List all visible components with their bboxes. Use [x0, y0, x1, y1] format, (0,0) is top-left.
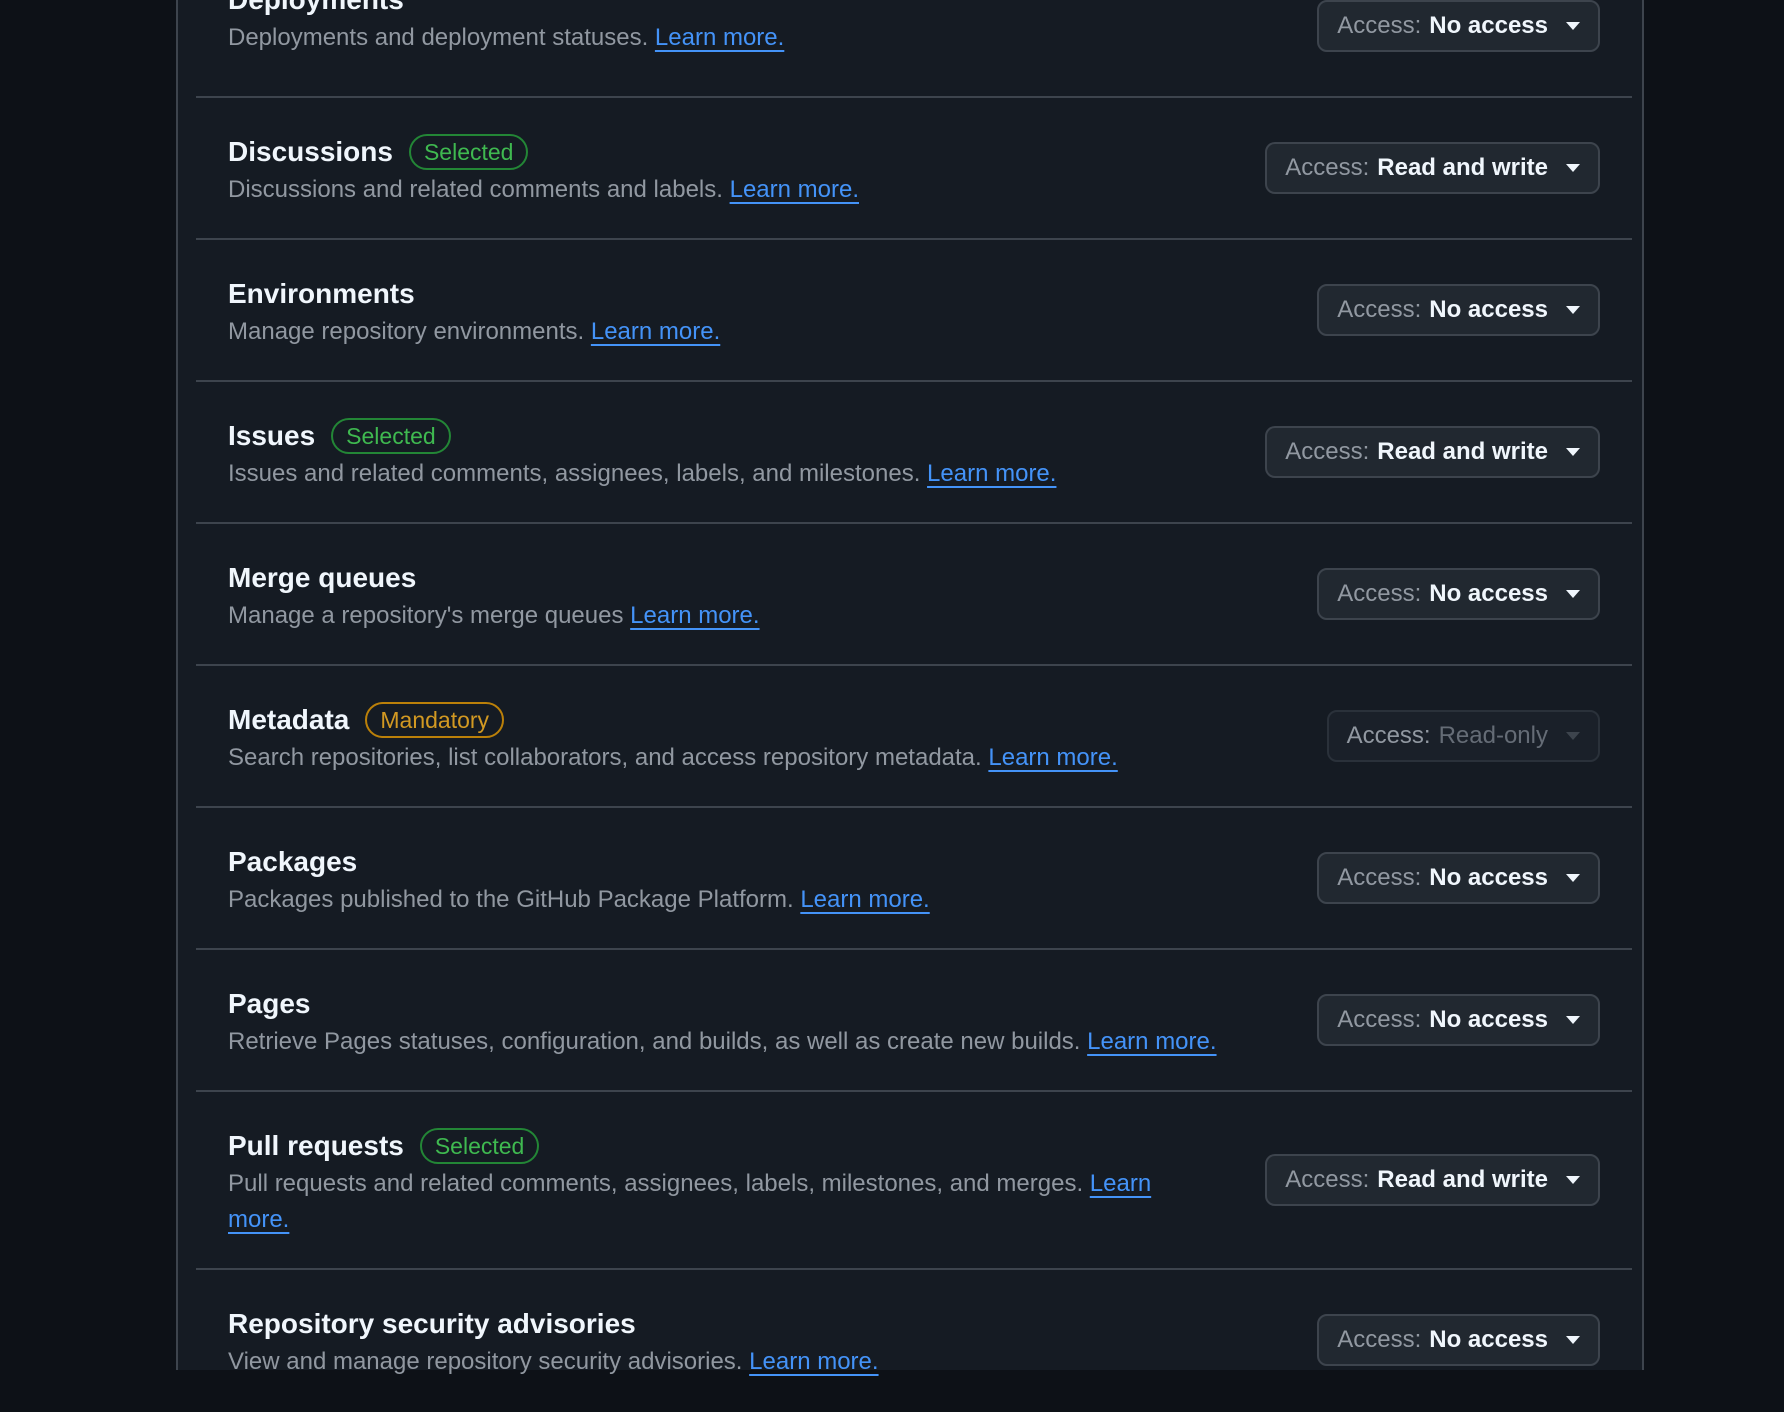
caret-down-icon	[1566, 448, 1580, 456]
access-dropdown-environments[interactable]: Access: No access	[1317, 284, 1600, 336]
access-dropdown-deployments[interactable]: Access: No access	[1317, 0, 1600, 52]
permission-row-issues: Issues Selected Issues and related comme…	[196, 382, 1632, 524]
caret-down-icon	[1566, 306, 1580, 314]
permission-description: Packages published to the GitHub Package…	[228, 886, 930, 913]
permission-description: Issues and related comments, assignees, …	[228, 460, 1057, 487]
permission-title: Merge queues	[228, 562, 417, 593]
permission-row-pages: Pages Retrieve Pages statuses, configura…	[196, 950, 1632, 1092]
caret-down-icon	[1566, 164, 1580, 172]
access-dropdown-packages[interactable]: Access: No access	[1317, 852, 1600, 904]
permission-description: Retrieve Pages statuses, configuration, …	[228, 1028, 1217, 1055]
permission-description: Manage repository environments. Learn mo…	[228, 318, 721, 345]
permission-title: Packages	[228, 846, 358, 877]
learn-more-link[interactable]: Learn more.	[591, 318, 720, 345]
learn-more-link[interactable]: Learn more.	[749, 1348, 878, 1375]
caret-down-icon	[1566, 590, 1580, 598]
permission-description: Manage a repository's merge queues Learn…	[228, 602, 760, 629]
selected-badge: Selected	[419, 1128, 540, 1164]
permission-row-pull-requests: Pull requests Selected Pull requests and…	[196, 1092, 1632, 1270]
selected-badge: Selected	[408, 134, 529, 170]
permissions-panel: Deployments Deployments and deployment s…	[176, 0, 1644, 1375]
learn-more-link[interactable]: Learn more.	[630, 602, 759, 629]
permission-title: Pages	[228, 988, 311, 1019]
permission-title: Discussions	[228, 136, 393, 167]
permission-row-packages: Packages Packages published to the GitHu…	[196, 808, 1632, 950]
permission-title: Repository security advisories	[228, 1308, 636, 1339]
learn-more-link[interactable]: Learn more.	[927, 460, 1056, 487]
permission-row-discussions: Discussions Selected Discussions and rel…	[196, 98, 1632, 240]
permission-row-repository-security-advisories: Repository security advisories View and …	[196, 1270, 1632, 1412]
caret-down-icon	[1566, 22, 1580, 30]
caret-down-icon	[1566, 732, 1580, 740]
access-dropdown-metadata: Access: Read-only	[1326, 710, 1600, 762]
permission-row-environments: Environments Manage repository environme…	[196, 240, 1632, 382]
access-dropdown-pull-requests[interactable]: Access: Read and write	[1265, 1154, 1600, 1206]
permission-description: View and manage repository security advi…	[228, 1348, 879, 1375]
permission-description: Deployments and deployment statuses. Lea…	[228, 24, 785, 51]
access-dropdown-issues[interactable]: Access: Read and write	[1265, 426, 1600, 478]
permission-description: Pull requests and related comments, assi…	[228, 1170, 1152, 1233]
access-dropdown-repository-security-advisories[interactable]: Access: No access	[1317, 1314, 1600, 1366]
permission-description: Search repositories, list collaborators,…	[228, 744, 1118, 771]
permission-title: Environments	[228, 278, 415, 309]
caret-down-icon	[1566, 1336, 1580, 1344]
caret-down-icon	[1566, 1016, 1580, 1024]
permission-title: Pull requests	[228, 1130, 404, 1161]
access-dropdown-merge-queues[interactable]: Access: No access	[1317, 568, 1600, 620]
learn-more-link[interactable]: Learn more.	[730, 176, 859, 203]
mandatory-badge: Mandatory	[365, 702, 505, 738]
permission-row-deployments: Deployments Deployments and deployment s…	[196, 0, 1632, 98]
permission-row-merge-queues: Merge queues Manage a repository's merge…	[196, 524, 1632, 666]
caret-down-icon	[1566, 874, 1580, 882]
access-dropdown-pages[interactable]: Access: No access	[1317, 994, 1600, 1046]
selected-badge: Selected	[331, 418, 451, 454]
caret-down-icon	[1566, 1176, 1580, 1184]
learn-more-link[interactable]: Learn more.	[800, 886, 929, 913]
learn-more-link[interactable]: Learn more.	[988, 744, 1117, 771]
permission-description: Discussions and related comments and lab…	[228, 176, 859, 203]
learn-more-link[interactable]: Learn more.	[1087, 1028, 1216, 1055]
access-dropdown-discussions[interactable]: Access: Read and write	[1265, 142, 1600, 194]
learn-more-link[interactable]: Learn more.	[655, 24, 784, 51]
permission-title: Metadata	[228, 704, 350, 735]
permission-title: Deployments	[228, 0, 404, 16]
permission-title: Issues	[228, 420, 316, 451]
permission-row-metadata: Metadata Mandatory Search repositories, …	[196, 666, 1632, 808]
